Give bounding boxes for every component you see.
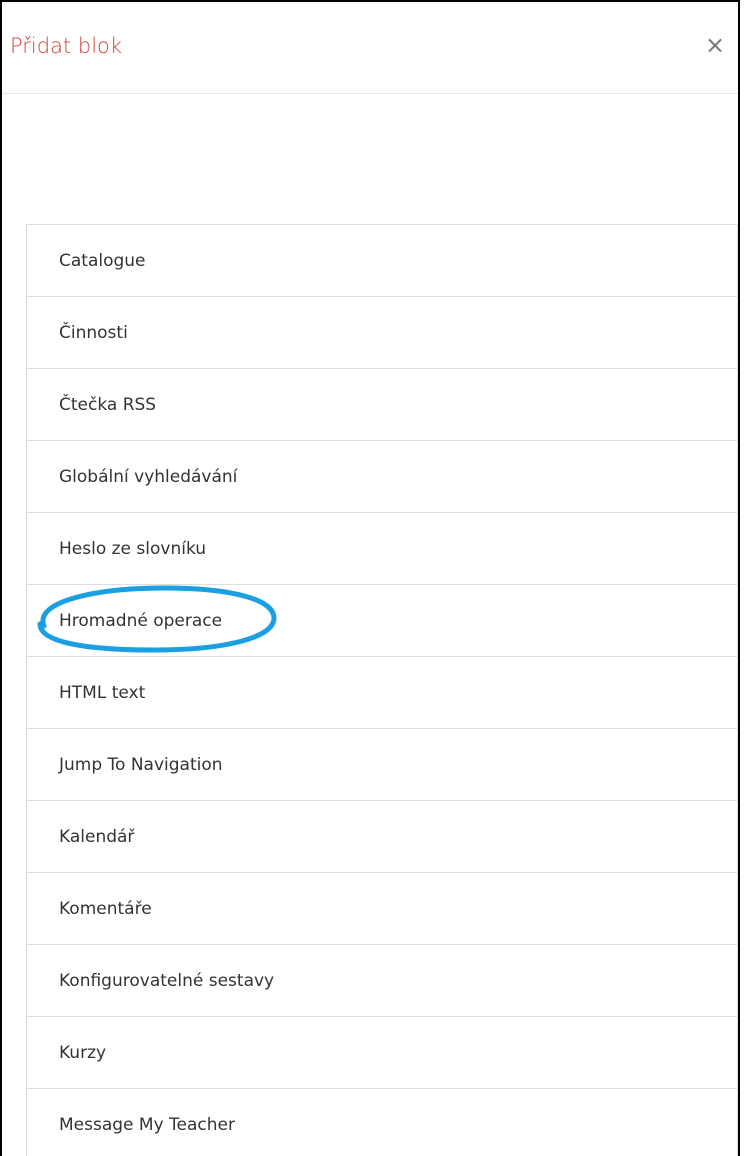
block-item-kurzy[interactable]: Kurzy [27, 1017, 737, 1089]
block-item-globalni-vyhledavani[interactable]: Globální vyhledávání [27, 441, 737, 513]
add-block-dialog: Přidat blok × Catalogue Činnosti Čtečka … [0, 0, 740, 1156]
dialog-title: Přidat blok [10, 34, 123, 58]
dialog-header: Přidat blok × [2, 2, 738, 94]
block-item-catalogue[interactable]: Catalogue [27, 225, 737, 297]
block-item-hromadne-operace[interactable]: Hromadné operace [27, 585, 737, 657]
block-item-message-my-teacher[interactable]: Message My Teacher [27, 1089, 737, 1156]
block-item-cinnosti[interactable]: Činnosti [27, 297, 737, 369]
close-icon[interactable]: × [700, 30, 730, 60]
block-item-kalendar[interactable]: Kalendář [27, 801, 737, 873]
block-item-ctecka-rss[interactable]: Čtečka RSS [27, 369, 737, 441]
block-list: Catalogue Činnosti Čtečka RSS Globální v… [26, 224, 738, 1156]
block-item-jump-to-navigation[interactable]: Jump To Navigation [27, 729, 737, 801]
block-item-heslo-ze-slovniku[interactable]: Heslo ze slovníku [27, 513, 737, 585]
block-item-html-text[interactable]: HTML text [27, 657, 737, 729]
block-item-konfigurovatelne-sestavy[interactable]: Konfigurovatelné sestavy [27, 945, 737, 1017]
block-item-komentare[interactable]: Komentáře [27, 873, 737, 945]
